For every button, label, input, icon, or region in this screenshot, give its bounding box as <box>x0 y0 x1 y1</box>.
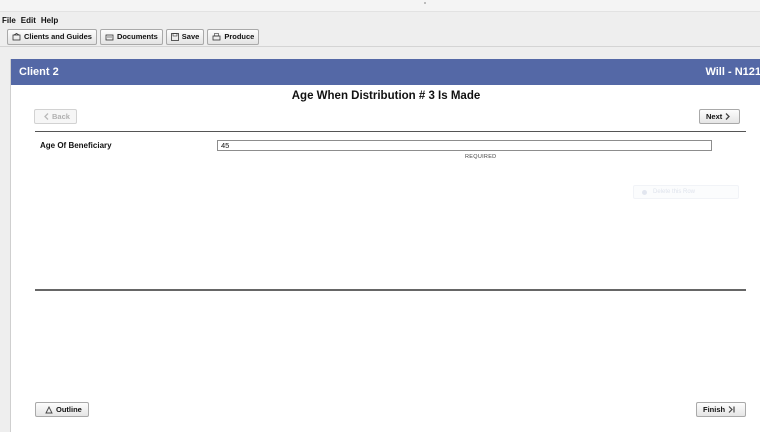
required-indicator: REQUIRED <box>465 154 497 160</box>
clients-icon <box>12 32 21 40</box>
client-header: Client 2 Will - N121 <box>11 59 760 85</box>
menu-edit[interactable]: Edit <box>21 16 36 25</box>
interview-panel: Client 2 Will - N121 Age When Distributi… <box>10 59 760 432</box>
menu-file[interactable]: File <box>2 16 16 25</box>
clients-and-guides-label: Clients and Guides <box>24 32 92 41</box>
toolbar: Clients and Guides Documents Save Produc… <box>0 27 760 47</box>
window-indicator <box>424 2 426 4</box>
window-top-strip <box>0 0 760 12</box>
finish-button[interactable]: Finish <box>696 402 747 417</box>
documents-label: Documents <box>116 32 158 41</box>
top-divider <box>35 131 746 132</box>
client-name: Client 2 <box>19 66 59 78</box>
document-name: Will - N121 <box>705 66 760 78</box>
finish-icon <box>728 406 735 413</box>
outline-button[interactable]: Outline <box>35 402 89 417</box>
back-label: Back <box>52 112 70 121</box>
middle-divider <box>35 289 746 291</box>
documents-icon <box>105 34 114 40</box>
chevron-right-icon <box>725 113 731 120</box>
next-button[interactable]: Next <box>699 109 741 124</box>
question-title: Age When Distribution # 3 Is Made <box>291 90 481 102</box>
produce-icon <box>212 32 221 40</box>
delete-row-label: Delete this Row <box>653 189 696 195</box>
back-button[interactable]: Back <box>34 109 77 124</box>
finish-label: Finish <box>703 405 726 414</box>
age-of-beneficiary-input[interactable] <box>217 140 712 151</box>
produce-button[interactable]: Produce <box>207 28 260 45</box>
age-of-beneficiary-label: Age Of Beneficiary <box>40 141 112 150</box>
outline-icon <box>45 405 53 413</box>
outline-label: Outline <box>56 405 82 414</box>
delete-row-button[interactable]: Delete this Row <box>633 185 739 199</box>
next-label: Next <box>706 112 723 121</box>
save-label: Save <box>181 32 200 41</box>
save-icon <box>170 32 179 41</box>
delete-icon <box>642 189 647 195</box>
save-button[interactable]: Save <box>165 28 205 45</box>
clients-and-guides-button[interactable]: Clients and Guides <box>7 28 97 45</box>
menu-help[interactable]: Help <box>41 16 58 25</box>
produce-label: Produce <box>224 32 255 41</box>
menu-bar: File Edit Help <box>0 13 63 27</box>
chevron-left-icon <box>44 113 49 120</box>
documents-button[interactable]: Documents <box>99 28 163 45</box>
